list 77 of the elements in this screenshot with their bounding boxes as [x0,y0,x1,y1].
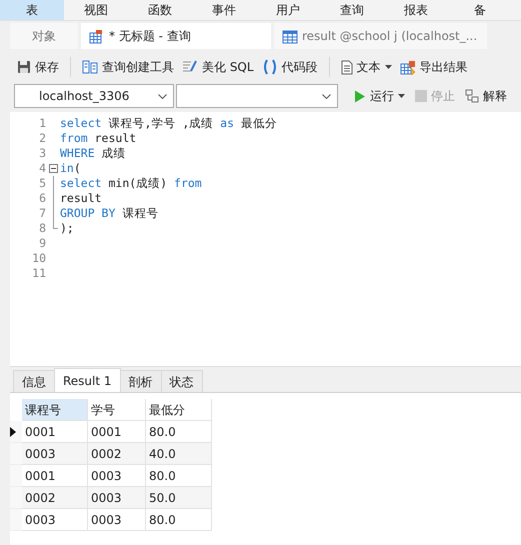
row-marker[interactable] [10,443,22,465]
line-number: 6 [38,191,46,206]
lines-brush-icon [182,60,198,74]
caret-icon[interactable] [398,94,405,98]
row-marker[interactable] [10,465,22,487]
fold-end-line [53,221,58,229]
caret-icon[interactable] [384,65,392,69]
table-cell: 0003 [22,443,88,465]
text-button[interactable]: 文本 [338,56,395,78]
code-line: ); [60,221,75,236]
fold-toggle-icon[interactable] [49,164,58,173]
column-header[interactable]: 学号 [88,399,146,421]
line-number: 11 [31,266,46,281]
menu-item[interactable]: 查询 [320,0,384,20]
result-tab[interactable]: 剖析 [120,370,162,392]
line-number: 7 [38,206,46,221]
document-tab[interactable]: 对象 [10,23,78,49]
beautify-button[interactable]: 美化 SQL [179,56,257,78]
play-icon [354,90,366,102]
result-tab[interactable]: 信息 [13,370,55,392]
explain-icon [465,89,479,103]
run-button[interactable]: 运行 [350,86,409,106]
snippet-button[interactable]: 代码段 [258,56,321,78]
chevron-down-icon[interactable] [158,94,167,98]
menu-item[interactable]: 函数 [128,0,192,20]
document-tab[interactable]: result @school j (localhost_... [274,23,488,49]
menu-item[interactable]: 报表 [384,0,448,20]
result-tab[interactable]: Result 1 [54,368,121,392]
table-cell: 0003 [88,487,146,509]
code-line: from result [60,131,138,146]
row-marker[interactable] [10,487,22,509]
table-cell: 0003 [88,509,146,531]
line-number: 4 [38,161,46,176]
menu-item[interactable]: 视图 [64,0,128,20]
current-row-icon [10,426,16,436]
table-icon [89,28,105,44]
table-icon [282,28,298,44]
stop-icon [415,90,427,102]
menu-item[interactable]: 表 [0,0,64,20]
line-number: 3 [38,146,46,161]
table-cell: 0002 [22,487,88,509]
row-marker[interactable] [10,509,22,531]
line-number: 10 [31,251,46,266]
code-line: WHERE 成绩 [60,146,127,161]
menu-item[interactable]: 事件 [192,0,256,20]
explain-button[interactable]: 解释 [461,86,511,106]
document-icon [340,60,353,74]
table-cell: 0002 [88,443,146,465]
document-tab[interactable]: * 无标题 - 查询 [81,23,271,49]
code-line: GROUP BY 课程号 [60,206,160,221]
line-number: 1 [38,116,46,131]
query-builder-icon [82,60,98,74]
result-tab[interactable]: 状态 [160,370,203,392]
column-header[interactable]: 最低分 [146,399,212,421]
code-line: in( [60,161,82,176]
line-number: 9 [38,236,46,251]
table-cell: 40.0 [146,443,212,465]
code-line: result [60,191,103,206]
menu-item[interactable]: 用户 [256,0,320,20]
menu-item[interactable]: 备 [448,0,512,20]
table-cell: 0003 [22,509,88,531]
export-button[interactable]: 导出结果 [396,56,471,78]
column-header[interactable]: 课程号 [22,399,88,421]
parentheses-icon [262,59,278,75]
row-marker[interactable] [10,421,22,443]
connection-dropdown[interactable]: localhost_3306 [14,84,174,108]
table-cell: 50.0 [146,487,212,509]
line-number: 2 [38,131,46,146]
table-arrow-icon [400,60,416,74]
table-cell: 80.0 [146,509,212,531]
code-line: select 课程号,学号 ,成绩 as 最低分 [60,116,277,131]
code-line: select min(成绩) from [60,176,203,191]
line-number: 8 [38,221,46,236]
chevron-down-icon[interactable] [322,94,331,98]
builder-button[interactable]: 查询创建工具 [79,56,177,78]
line-number: 5 [38,176,46,191]
save-button[interactable]: 保存 [14,56,62,78]
